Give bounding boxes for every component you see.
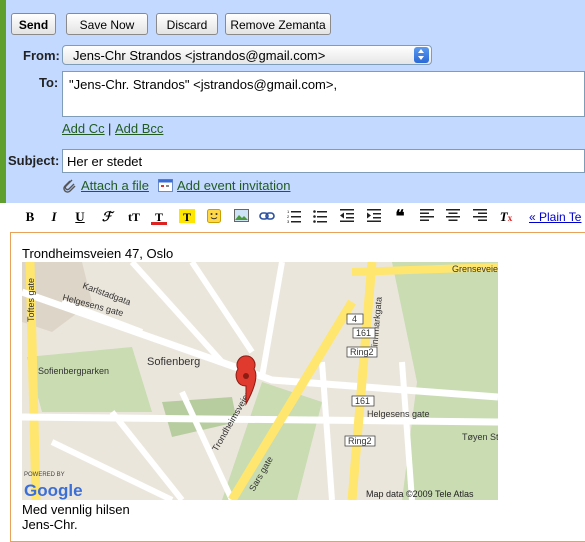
insert-image-icon[interactable] [233, 209, 249, 225]
align-left-icon[interactable] [419, 209, 435, 225]
google-logo: Google [24, 481, 83, 500]
subject-field[interactable]: Her er stedet [62, 149, 585, 173]
embedded-map-image: Toftes gate Helgesens gate Karlstadgata … [22, 262, 498, 500]
remove-formatting-icon[interactable]: Tx [498, 209, 514, 225]
underline-icon[interactable]: U [72, 209, 88, 225]
to-value: "Jens-Chr. Strandos" <jstrandos@gmail.co… [69, 77, 338, 92]
map-road-ring2-2: Ring2 [348, 436, 372, 446]
indent-less-icon[interactable] [339, 209, 355, 225]
quote-icon[interactable]: ❝ [392, 208, 408, 225]
map-label-sofienberg: Sofienberg [147, 356, 200, 368]
italic-icon[interactable]: I [46, 209, 62, 225]
remove-zemanta-button[interactable]: Remove Zemanta [225, 13, 331, 35]
attach-file-link[interactable]: Attach a file [81, 178, 149, 193]
svg-text:3: 3 [287, 219, 290, 223]
bold-icon[interactable]: B [22, 209, 38, 225]
map-label-sofienbergparken: Sofienbergparken [38, 366, 109, 376]
calendar-icon [158, 178, 173, 195]
font-icon[interactable]: ℱ [99, 209, 115, 225]
map-powered-by: POWERED BY [24, 472, 65, 478]
paperclip-icon [61, 177, 77, 196]
add-event-link[interactable]: Add event invitation [177, 178, 290, 193]
subject-value: Her er stedet [67, 154, 143, 169]
send-button[interactable]: Send [11, 13, 56, 35]
map-attribution: Map data ©2009 Tele Atlas [366, 489, 474, 499]
emoticon-icon[interactable] [206, 209, 222, 225]
cc-bcc-separator: | [108, 121, 112, 136]
body-closing: Med vennlig hilsen [22, 502, 130, 517]
numbered-list-icon[interactable]: 123 [286, 209, 302, 225]
select-arrows-icon [414, 47, 429, 63]
from-label: From: [23, 48, 60, 63]
font-size-icon[interactable]: tT [126, 209, 142, 225]
from-select[interactable]: Jens-Chr Strandos <jstrandos@gmail.com> [62, 45, 432, 65]
save-now-button[interactable]: Save Now [66, 13, 148, 35]
formatting-toolbar: B I U ℱ tT T T 123 ❝ Tx « Plain Te [0, 203, 585, 231]
map-label-helgesens-gate-2: Helgesens gate [367, 409, 430, 419]
link-icon[interactable] [259, 209, 275, 225]
align-center-icon[interactable] [445, 209, 461, 225]
discard-button[interactable]: Discard [156, 13, 218, 35]
body-signature: Jens-Chr. [22, 517, 78, 532]
highlight-color-icon[interactable]: T [179, 209, 195, 224]
to-label: To: [39, 75, 59, 90]
map-road-161-2: 161 [355, 396, 370, 406]
plain-text-link[interactable]: « Plain Te [529, 210, 581, 224]
left-edge [0, 0, 6, 218]
add-bcc-link[interactable]: Add Bcc [115, 121, 163, 136]
from-value: Jens-Chr Strandos <jstrandos@gmail.com> [73, 48, 326, 63]
align-right-icon[interactable] [472, 209, 488, 225]
map-label-toyen-stasjon: Tøyen Stasjon [462, 432, 498, 442]
body-address: Trondheimsveien 47, Oslo [22, 246, 174, 261]
map-road-4: 4 [352, 314, 357, 324]
map-road-161: 161 [356, 328, 371, 338]
bullet-list-icon[interactable] [312, 209, 328, 225]
map-label-toftes-gate: Toftes gate [26, 278, 36, 322]
subject-label: Subject: [8, 153, 60, 168]
indent-more-icon[interactable] [366, 209, 382, 225]
add-cc-link[interactable]: Add Cc [62, 121, 105, 136]
map-label-grenseveien: Grenseveien [452, 264, 498, 274]
map-road-ring2: Ring2 [350, 347, 374, 357]
to-field[interactable]: "Jens-Chr. Strandos" <jstrandos@gmail.co… [62, 71, 585, 117]
sofienbergparken-area [27, 347, 152, 412]
text-color-icon[interactable]: T [151, 209, 167, 225]
